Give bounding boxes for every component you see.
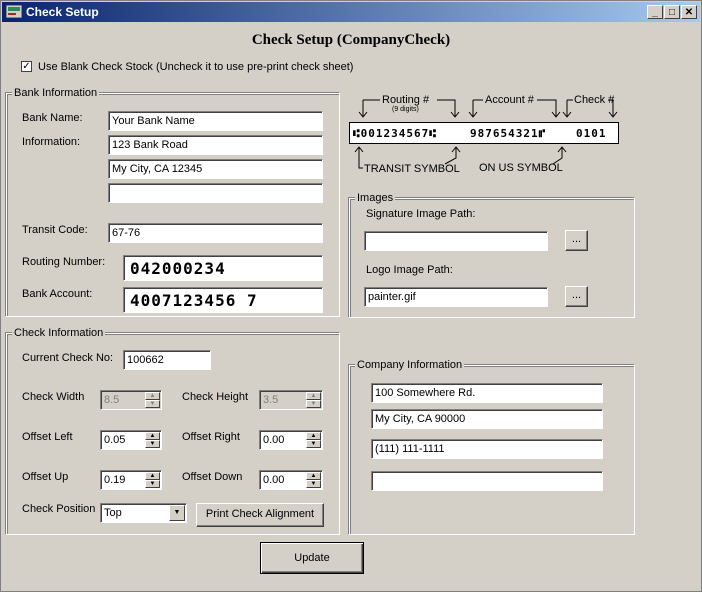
title-bar[interactable]: Check Setup _ □ ✕ [2,2,700,22]
onus-symbol-label: ON US SYMBOL [479,162,563,174]
bank-info-line3-field[interactable] [108,183,323,203]
signature-browse-button[interactable]: ... [565,230,588,251]
account-diagram-label: Account # [485,94,534,106]
window-title: Check Setup [26,5,99,19]
offset-down-label: Offset Down [182,471,243,483]
update-button[interactable]: Update [260,542,364,574]
check-position-select[interactable]: Top ▼ [100,503,187,523]
offset-up-down-icon[interactable]: ▼ [145,480,160,488]
routing-number-field[interactable]: 042000234 [123,255,323,281]
offset-right-spinner[interactable]: 0.00 ▲ ▼ [259,430,323,450]
blank-stock-label[interactable]: Use Blank Check Stock (Uncheck it to use… [38,61,353,73]
offset-right-value[interactable]: 0.00 [263,434,284,446]
offset-left-value[interactable]: 0.05 [104,434,125,446]
check-width-spinner: 8.5 ▲ ▼ [100,390,162,410]
images-title: Images [355,192,396,204]
offset-left-label: Offset Left [22,431,73,443]
logo-path-label: Logo Image Path: [366,264,453,276]
logo-browse-button[interactable]: ... [565,286,588,307]
bank-name-field[interactable]: Your Bank Name [108,111,323,131]
information-label: Information: [22,136,81,148]
check-height-down-icon: ▼ [306,400,321,408]
bank-information-title: Bank Information [12,87,100,99]
current-check-no-field[interactable]: 100662 [123,350,211,370]
transit-symbol-label: TRANSIT SYMBOL [364,163,460,175]
check-height-up-icon: ▲ [306,392,321,400]
check-width-value: 8.5 [104,394,120,406]
bank-info-line1-field[interactable]: 123 Bank Road [108,135,323,155]
check-width-label: Check Width [22,391,85,403]
maximize-button[interactable]: □ [664,5,680,19]
signature-path-field[interactable] [364,231,548,251]
company-line2-field[interactable]: My City, CA 90000 [371,409,603,429]
close-button[interactable]: ✕ [681,5,697,19]
offset-up-up-icon[interactable]: ▲ [145,472,160,480]
print-check-alignment-button[interactable]: Print Check Alignment [196,503,324,527]
check-height-value: 3.5 [263,394,279,406]
company-information-title: Company Information [355,359,465,371]
transit-code-label: Transit Code: [22,224,88,236]
micr-sample-line: ⑆001234567⑆ 987654321⑈ 0101 [349,122,619,144]
bank-name-label: Bank Name: [22,112,83,124]
offset-up-spinner[interactable]: 0.19 ▲ ▼ [100,470,162,490]
chevron-down-icon[interactable]: ▼ [169,505,185,521]
page-title: Check Setup (CompanyCheck) [251,32,451,48]
app-icon [6,5,22,18]
check-width-up-icon: ▲ [145,392,160,400]
routing-digits-note: (9 digits) [392,106,419,113]
routing-diagram-label: Routing # [382,94,430,106]
company-line3-field[interactable]: (111) 111-1111 [371,439,603,459]
minimize-button[interactable]: _ [647,5,663,19]
offset-right-label: Offset Right [182,431,240,443]
offset-left-down-icon[interactable]: ▼ [145,440,160,448]
bank-info-line2-field[interactable]: My City, CA 12345 [108,159,323,179]
signature-path-label: Signature Image Path: [366,208,476,220]
routing-number-label: Routing Number: [22,256,106,268]
logo-path-field[interactable]: painter.gif [364,287,548,307]
offset-up-value[interactable]: 0.19 [104,474,125,486]
check-number-diagram-label: Check # [574,94,615,106]
bank-account-label: Bank Account: [22,288,93,300]
offset-left-spinner[interactable]: 0.05 ▲ ▼ [100,430,162,450]
company-line1-field[interactable]: 100 Somewhere Rd. [371,383,603,403]
check-height-label: Check Height [182,391,249,403]
offset-left-up-icon[interactable]: ▲ [145,432,160,440]
offset-down-down-icon[interactable]: ▼ [306,480,321,488]
offset-right-down-icon[interactable]: ▼ [306,440,321,448]
offset-up-label: Offset Up [22,471,69,483]
check-height-spinner: 3.5 ▲ ▼ [259,390,323,410]
company-line4-field[interactable] [371,471,603,491]
check-position-label: Check Position [22,503,96,515]
check-information-title: Check Information [12,327,106,339]
offset-down-value[interactable]: 0.00 [263,474,284,486]
sample-check-number: 0101 [576,127,607,140]
offset-right-up-icon[interactable]: ▲ [306,432,321,440]
check-width-down-icon: ▼ [145,400,160,408]
bank-account-field[interactable]: 4007123456 7 [123,287,323,313]
current-check-no-label: Current Check No: [22,352,114,364]
blank-stock-checkbox[interactable]: ✓ [21,61,32,72]
sample-account: 987654321⑈ [470,127,547,140]
offset-down-spinner[interactable]: 0.00 ▲ ▼ [259,470,323,490]
offset-down-up-icon[interactable]: ▲ [306,472,321,480]
sample-routing: ⑆001234567⑆ [353,127,437,140]
check-position-value[interactable]: Top [104,507,122,519]
transit-code-field[interactable]: 67-76 [108,223,323,243]
